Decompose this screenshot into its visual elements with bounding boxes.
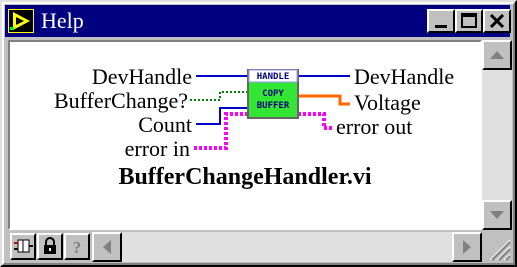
label-devhandle-in: DevHandle [91,64,192,89]
node-text-handle: HANDLE [257,72,290,82]
close-button[interactable] [483,9,511,33]
wire-voltage [298,94,350,106]
help-button[interactable]: ? [64,233,90,260]
close-icon [489,13,505,29]
lock-icon [44,237,56,254]
scroll-left-icon [103,240,111,254]
node-text-buffer: BUFFER [257,101,290,111]
connector-toggle-button[interactable] [10,233,36,260]
lock-button[interactable] [37,233,63,260]
label-error-in: error in [124,136,190,161]
help-window: Help HANDLE COPY BUFFER DevHandle Buffer… [0,0,517,267]
labview-icon [8,9,34,33]
bottom-bar: ? [8,232,482,262]
scroll-down-button[interactable] [482,200,512,230]
maximize-icon [461,13,477,28]
resize-grip[interactable] [482,232,512,262]
help-content-pane: HANDLE COPY BUFFER DevHandle BufferChang… [8,40,482,230]
scroll-up-icon [490,51,504,59]
label-voltage: Voltage [354,90,421,115]
minimize-button[interactable] [427,9,455,33]
label-error-out: error out [336,114,413,139]
node-text-copy: COPY [262,89,284,99]
scroll-right-button[interactable] [452,232,482,262]
connector-icon [14,239,33,253]
scroll-down-icon [490,211,504,219]
minimize-icon [435,25,447,28]
svg-text:?: ? [73,238,82,257]
maximize-button[interactable] [455,9,483,33]
wire-bufferchange [190,91,248,101]
resize-grip-icon [489,239,511,261]
label-bufferchange: BufferChange? [54,88,188,113]
scroll-up-button[interactable] [482,40,512,70]
help-icon: ? [73,238,82,257]
wire-error-out [298,112,334,130]
label-count: Count [138,112,192,137]
vi-name: BufferChangeHandler.vi [118,164,372,190]
horizontal-scrollbar[interactable] [92,232,482,262]
label-devhandle-out: DevHandle [354,64,455,89]
vertical-scrollbar[interactable] [482,40,512,230]
scroll-left-button[interactable] [92,232,122,262]
window-title: Help [41,8,84,33]
scroll-right-icon [463,240,471,254]
title-bar[interactable]: Help [5,5,511,37]
